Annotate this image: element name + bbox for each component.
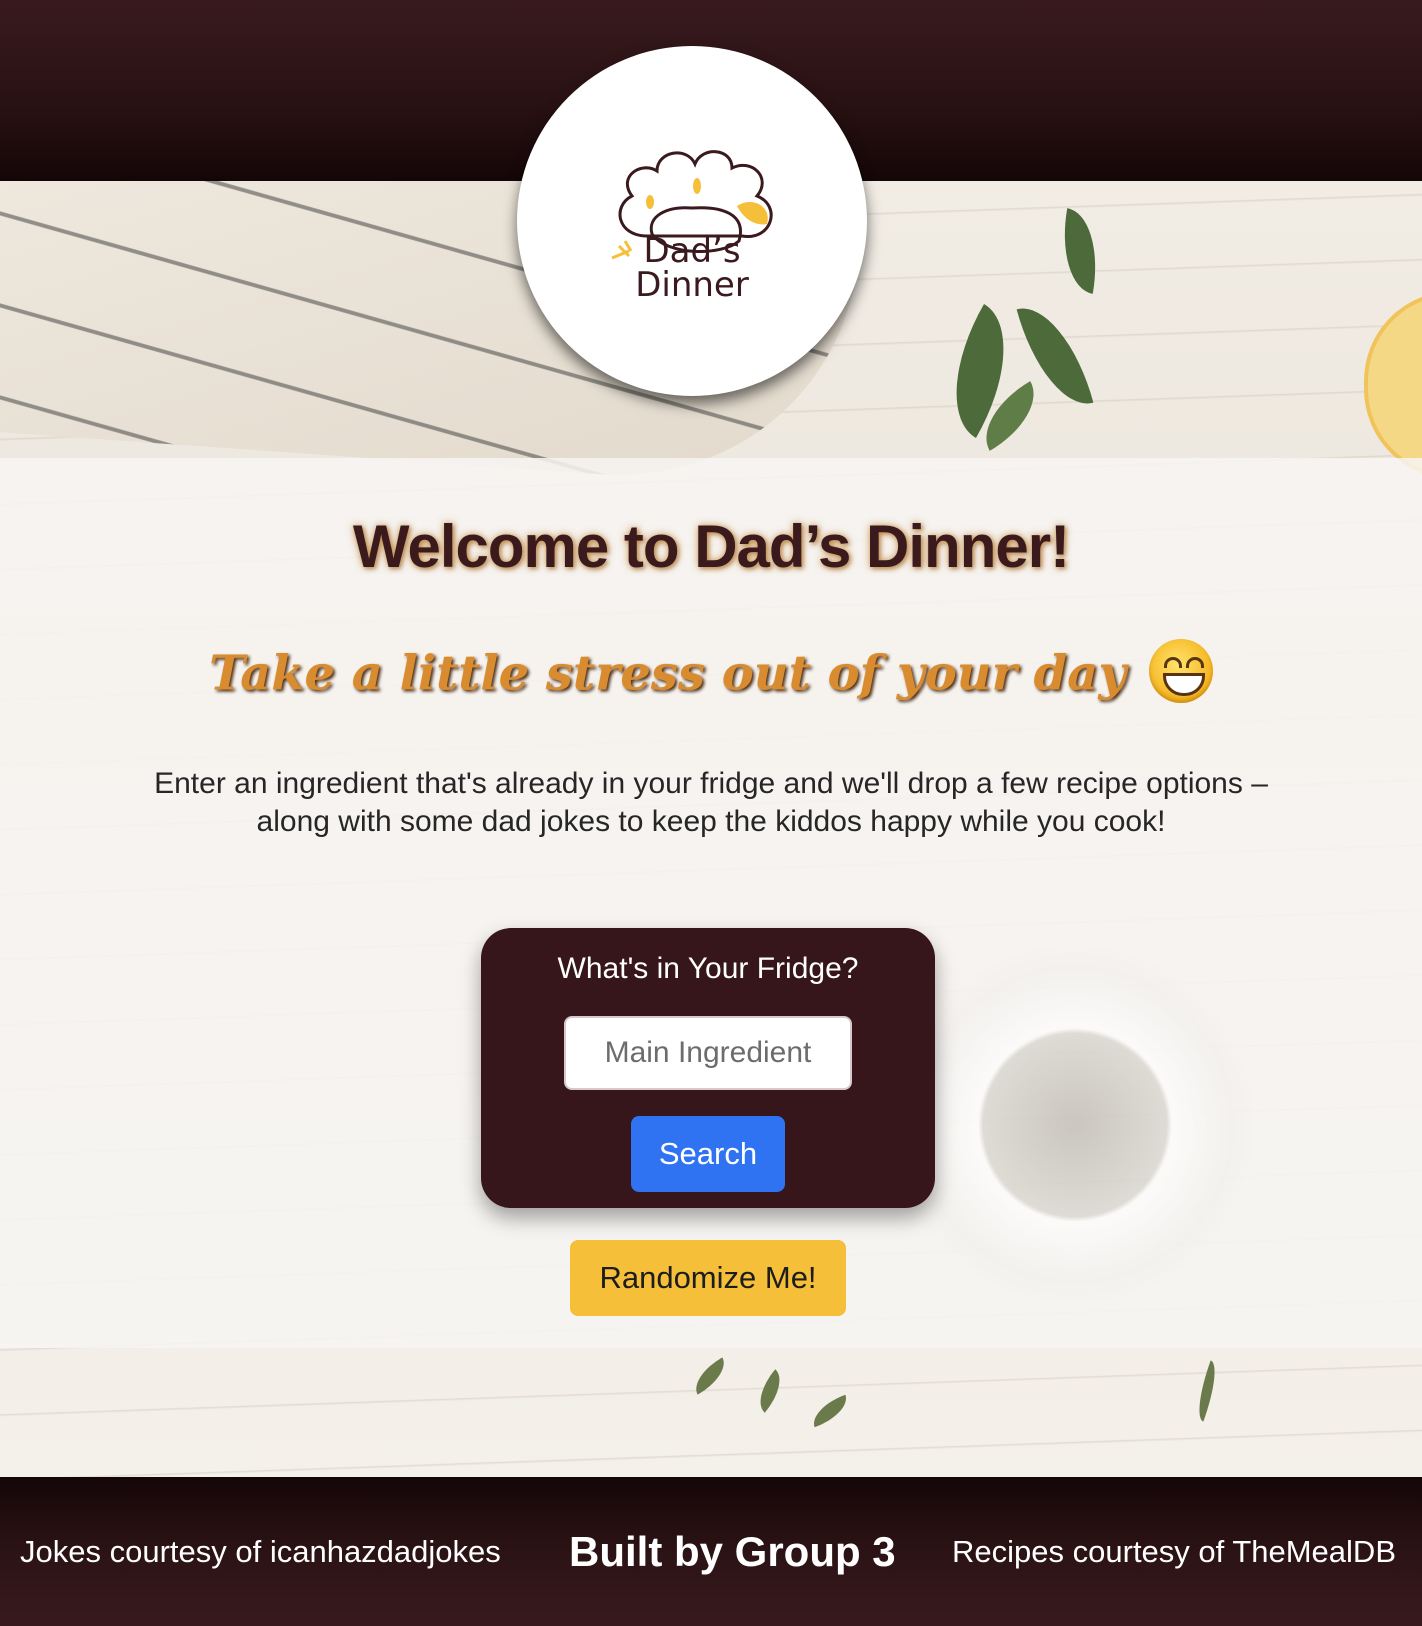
site-footer: Jokes courtesy of icanhazdadjokes Built … bbox=[0, 1477, 1422, 1626]
intro-text: Enter an ingredient that's already in yo… bbox=[154, 767, 1268, 838]
search-button[interactable]: Search bbox=[631, 1116, 785, 1192]
recipes-credit: Recipes courtesy of TheMealDB bbox=[952, 1534, 1396, 1569]
herb-leaf-decoration bbox=[1053, 208, 1107, 294]
logo-text-line2: Dinner bbox=[635, 265, 749, 305]
search-card: What's in Your Fridge? Search bbox=[481, 928, 935, 1208]
randomize-button[interactable]: Randomize Me! bbox=[570, 1240, 846, 1316]
ingredient-input[interactable] bbox=[564, 1016, 852, 1090]
chef-hat-icon bbox=[611, 150, 773, 260]
grinning-face-icon bbox=[1148, 639, 1213, 703]
page-title: Welcome to Dad’s Dinner! bbox=[352, 513, 1070, 580]
lemon-slice-decoration bbox=[1364, 291, 1422, 479]
herb-leaf-decoration bbox=[749, 1369, 791, 1413]
site-logo[interactable]: Dad’s Dinner bbox=[517, 46, 867, 396]
spice-bowl-decoration bbox=[890, 940, 1260, 1310]
logo-text-line1: Dad’s bbox=[643, 231, 741, 271]
tagline-text: Take a little stress out of your day bbox=[209, 645, 1127, 702]
built-by-credit: Built by Group 3 bbox=[569, 1528, 896, 1575]
herb-leaf-decoration bbox=[807, 1394, 853, 1428]
herb-leaf-decoration bbox=[1190, 1360, 1224, 1422]
herb-leaf-decoration bbox=[687, 1357, 733, 1395]
jokes-credit: Jokes courtesy of icanhazdadjokes bbox=[20, 1534, 501, 1569]
tagline: Take a little stress out of your day bbox=[0, 639, 1422, 709]
search-card-title: What's in Your Fridge? bbox=[557, 952, 859, 985]
